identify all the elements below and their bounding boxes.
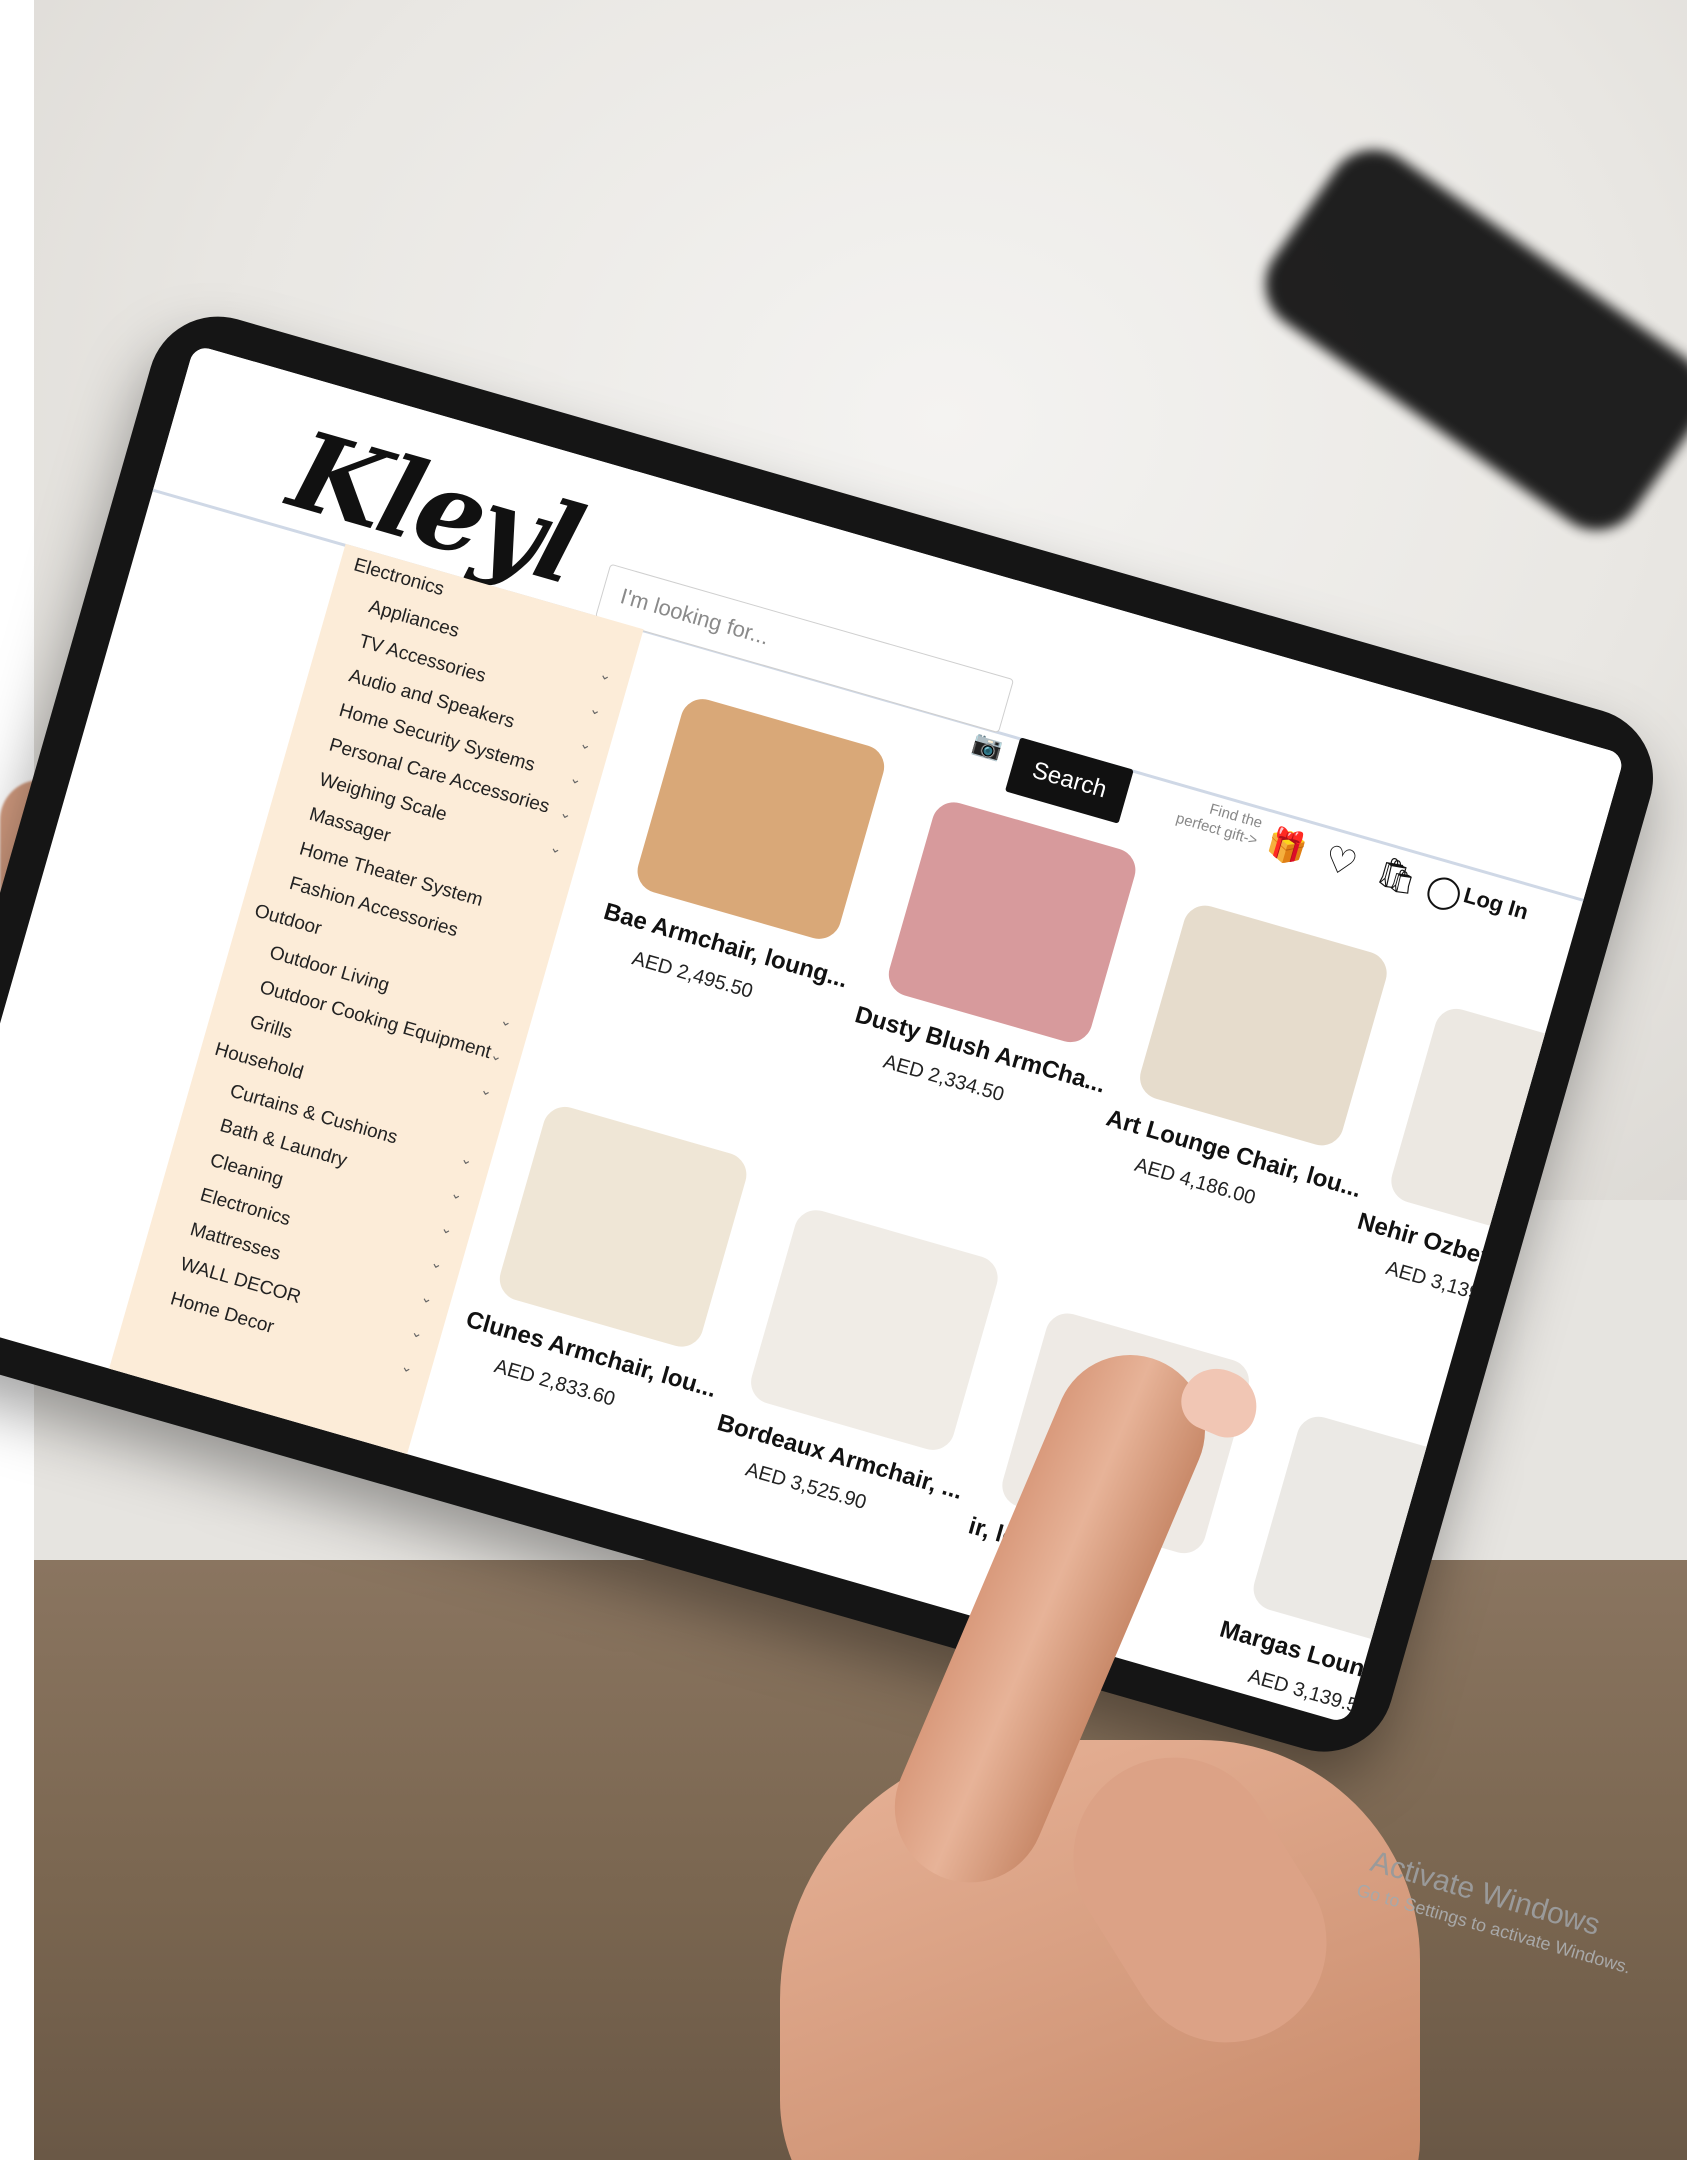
chevron-down-icon[interactable]: ⌄ [568, 769, 584, 789]
chevron-down-icon[interactable]: ⌄ [588, 699, 604, 719]
chevron-down-icon[interactable]: ⌄ [578, 734, 594, 754]
product-image[interactable] [883, 797, 1141, 1048]
chevron-down-icon[interactable]: ⌄ [449, 1184, 465, 1204]
chevron-down-icon[interactable]: ⌄ [459, 1149, 475, 1169]
product-image[interactable] [1134, 900, 1392, 1151]
chevron-down-icon[interactable]: ⌄ [499, 1011, 515, 1031]
product-image[interactable] [745, 1204, 1003, 1456]
chevron-down-icon[interactable]: ⌄ [558, 803, 574, 823]
product-image[interactable] [494, 1101, 752, 1352]
chevron-down-icon[interactable]: ⌄ [419, 1288, 435, 1308]
photo-scene: Kleyl I'm looking for... 📷 Search Find t… [0, 0, 1687, 2160]
product-image[interactable] [632, 693, 890, 945]
chevron-down-icon[interactable]: ⌄ [479, 1080, 495, 1100]
chevron-down-icon[interactable]: ⌄ [439, 1219, 455, 1239]
chevron-down-icon[interactable]: ⌄ [409, 1322, 426, 1342]
chevron-down-icon[interactable]: ⌄ [429, 1253, 445, 1273]
chevron-down-icon[interactable]: ⌄ [598, 665, 614, 685]
camera-icon[interactable]: 📷 [970, 729, 1006, 763]
product-price: AED 3,139.50 [1383, 1257, 1510, 1313]
chevron-down-icon[interactable]: ⌄ [399, 1357, 416, 1377]
sidebar-item-label: Grills [247, 1011, 295, 1044]
search-placeholder: I'm looking for... [617, 583, 772, 650]
chevron-down-icon[interactable]: ⌄ [548, 838, 564, 858]
